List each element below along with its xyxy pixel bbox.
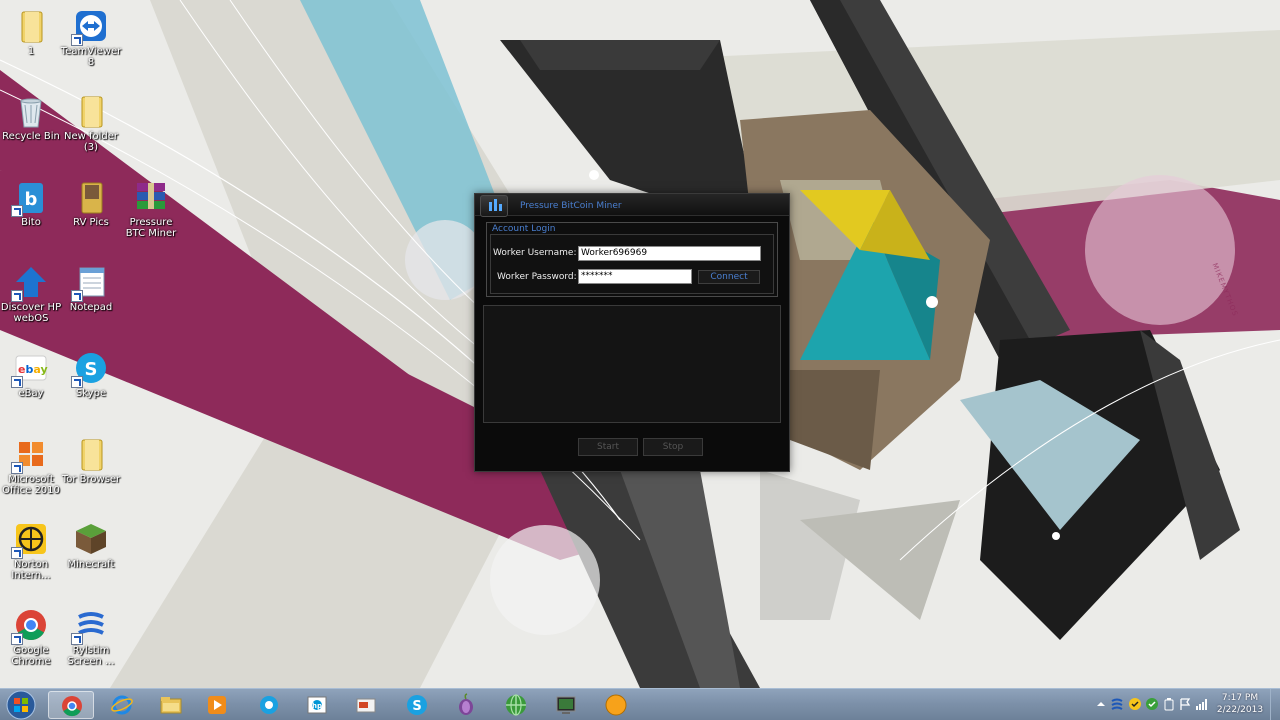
- office-icon: [11, 436, 49, 474]
- desktop-icon-skype[interactable]: S Skype: [60, 350, 122, 399]
- notepad-icon: [71, 264, 109, 302]
- minecraft-icon: [73, 521, 109, 557]
- miner-taskbar-icon: [556, 696, 576, 714]
- svg-text:ebay: ebay: [18, 363, 48, 376]
- desktop-icon-google-chrome[interactable]: Google Chrome: [0, 607, 62, 667]
- folder-icon: [73, 179, 109, 215]
- winrar-icon: [133, 179, 169, 215]
- bito-icon: b: [11, 179, 49, 217]
- media-player-icon: [208, 696, 226, 714]
- password-label: Worker Password:: [497, 272, 577, 282]
- desktop-icon-rylstim[interactable]: Rylstim Screen ...: [60, 607, 122, 667]
- skype-icon: S: [71, 350, 109, 388]
- miner-title: Pressure BitCoin Miner: [520, 201, 622, 211]
- svg-text:S: S: [85, 359, 98, 380]
- rylstim-icon: [71, 607, 109, 645]
- hp-webos-icon: [260, 696, 278, 714]
- folder-icon: [13, 8, 49, 44]
- globe-icon: [506, 694, 526, 716]
- account-login-fields: [490, 234, 774, 294]
- account-login-legend: Account Login: [492, 224, 556, 234]
- chrome-icon: [62, 696, 82, 717]
- desktop-icon-tor-browser[interactable]: Tor Browser: [60, 436, 122, 485]
- recycle-bin-icon: [13, 93, 49, 129]
- desktop-icon-microsoft-office-2010[interactable]: Microsoft Office 2010: [0, 436, 62, 496]
- start-button-orb[interactable]: [3, 690, 39, 720]
- desktop-icon-ebay[interactable]: ebay eBay: [0, 350, 62, 399]
- tray-network-icon[interactable]: [1194, 697, 1208, 711]
- desktop-icon-minecraft[interactable]: Minecraft: [60, 521, 122, 570]
- miner-log-area[interactable]: [483, 305, 781, 423]
- start-button[interactable]: Start: [578, 438, 638, 456]
- ie-icon: [111, 695, 133, 715]
- taskbar-miner[interactable]: [543, 691, 589, 719]
- windows-logo-icon: [6, 690, 36, 720]
- desktop-icon-bito[interactable]: b Bito: [0, 179, 62, 228]
- svg-text:b: b: [25, 189, 38, 210]
- desktop-icon-folder-1[interactable]: 1: [0, 8, 62, 57]
- desktop-icon-rv-pics[interactable]: RV Pics: [60, 179, 122, 228]
- norton-icon: [11, 521, 49, 559]
- taskbar-hp[interactable]: hp: [294, 691, 340, 719]
- taskbar-internet-explorer[interactable]: [99, 691, 145, 719]
- skype-icon: S: [407, 695, 427, 715]
- tray-norton-icon[interactable]: [1128, 697, 1142, 711]
- taskbar-clock[interactable]: 7:17 PM 2/22/2013: [1210, 692, 1270, 716]
- username-input[interactable]: Worker696969: [578, 246, 761, 261]
- miner-logo-icon: [480, 195, 508, 217]
- tor-onion-icon: [459, 693, 473, 715]
- tray-overflow-icon[interactable]: [1094, 697, 1108, 711]
- tray-security-icon[interactable]: [1145, 697, 1159, 711]
- taskbar-globe[interactable]: [493, 691, 539, 719]
- taskbar: hp S 7:17 PM 2/22/2013: [0, 688, 1280, 720]
- show-desktop-button[interactable]: [1270, 689, 1280, 720]
- clock-time: 7:17 PM: [1221, 693, 1259, 703]
- desktop-icon-norton[interactable]: Norton Intern...: [0, 521, 62, 581]
- chrome-icon: [11, 607, 49, 645]
- desktop-icon-teamviewer[interactable]: TeamViewer 8: [60, 8, 122, 68]
- teamviewer-icon: [71, 8, 109, 46]
- folder-icon: [73, 436, 109, 472]
- desktop-icon-notepad[interactable]: Notepad: [60, 264, 122, 313]
- desktop-icon-new-folder-3[interactable]: New folder (3): [60, 93, 122, 153]
- desktop-icon-pressure-btc-miner[interactable]: Pressure BTC Miner: [120, 179, 182, 239]
- tray-power-icon[interactable]: [1162, 697, 1176, 711]
- tray-flag-icon[interactable]: [1178, 697, 1192, 711]
- password-input[interactable]: *******: [578, 269, 692, 284]
- connect-button[interactable]: Connect: [698, 270, 760, 284]
- desktop-icon-discover-hp-webos[interactable]: Discover HP webOS: [0, 264, 62, 324]
- stop-button[interactable]: Stop: [643, 438, 703, 456]
- svg-text:S: S: [412, 699, 421, 714]
- taskbar-explorer[interactable]: [148, 691, 194, 719]
- taskbar-bitcoin[interactable]: [593, 691, 639, 719]
- hp-icon: hp: [307, 696, 327, 714]
- username-label: Worker Username:: [493, 248, 577, 258]
- miner-window: Pressure BitCoin Miner Account Login Wor…: [474, 193, 790, 472]
- taskbar-tor[interactable]: [443, 691, 489, 719]
- taskbar-powerpoint[interactable]: [343, 691, 389, 719]
- miner-titlebar[interactable]: Pressure BitCoin Miner: [475, 194, 789, 217]
- ebay-icon: ebay: [11, 350, 49, 388]
- taskbar-chrome[interactable]: [48, 691, 94, 719]
- folder-icon: [73, 93, 109, 129]
- taskbar-skype[interactable]: S: [394, 691, 440, 719]
- tray-rylstim-icon[interactable]: [1110, 697, 1124, 711]
- taskbar-hp-webos[interactable]: [246, 691, 292, 719]
- taskbar-media-player[interactable]: [194, 691, 240, 719]
- ppt-icon: [356, 698, 376, 713]
- hp-webos-icon: [11, 264, 49, 302]
- bitcoin-icon: [605, 694, 627, 716]
- clock-date: 2/22/2013: [1216, 705, 1264, 715]
- explorer-icon: [160, 697, 182, 714]
- desktop-icon-recycle-bin[interactable]: Recycle Bin: [0, 93, 62, 142]
- svg-text:hp: hp: [312, 702, 322, 710]
